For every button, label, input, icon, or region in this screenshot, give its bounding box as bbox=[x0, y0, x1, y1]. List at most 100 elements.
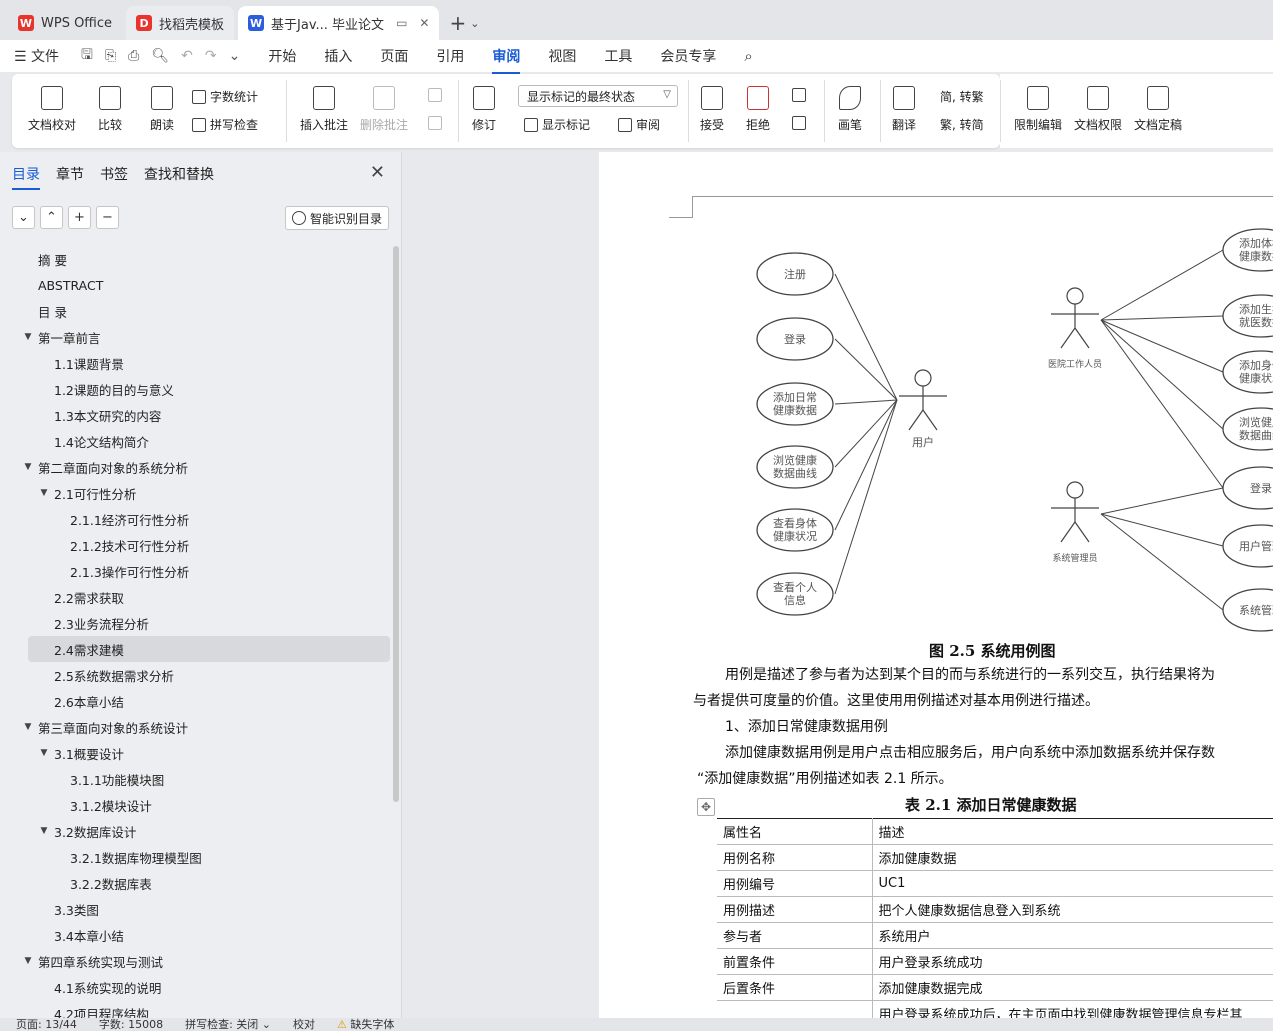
close-tab-icon[interactable]: ✕ bbox=[419, 16, 429, 30]
remove-heading-button[interactable]: − bbox=[96, 206, 119, 229]
toc-item[interactable]: ABSTRACT bbox=[0, 272, 392, 298]
table-cell[interactable]: 用例描述 bbox=[717, 896, 873, 923]
tab-sections[interactable]: 章节 bbox=[56, 164, 84, 184]
menu-page[interactable]: 页面 bbox=[380, 46, 408, 66]
redo-icon[interactable]: ↷ bbox=[205, 48, 217, 64]
finalize-button[interactable]: 文档定稿 bbox=[1134, 86, 1182, 133]
more-chevron-icon[interactable]: ⌄ bbox=[229, 48, 241, 64]
collapse-triangle-icon[interactable]: ▼ bbox=[22, 462, 34, 472]
share-icon[interactable]: ⎘ bbox=[105, 48, 116, 64]
toc-item[interactable]: 摘 要 bbox=[0, 246, 392, 272]
next-change-button[interactable] bbox=[792, 116, 810, 130]
insert-comment-button[interactable]: 插入批注 bbox=[300, 86, 348, 133]
toc-scrollbar[interactable] bbox=[393, 246, 399, 802]
search-icon[interactable]: ⌕ bbox=[744, 47, 752, 65]
table-cell[interactable]: 后置条件 bbox=[717, 974, 873, 1001]
tab-find-replace[interactable]: 查找和替换 bbox=[144, 164, 214, 184]
prev-comment-button[interactable] bbox=[428, 88, 446, 102]
table-cell[interactable]: 用户登录系统成功 bbox=[872, 948, 1273, 975]
toc-item[interactable]: 3.2.2数据库表 bbox=[0, 870, 392, 896]
prev-change-button[interactable] bbox=[792, 88, 810, 102]
table-cell[interactable]: 系统用户 bbox=[872, 922, 1273, 949]
toc-item[interactable]: ▼ 2.1可行性分析 bbox=[0, 480, 392, 506]
document-canvas[interactable]: 注册登录添加日常健康数据浏览健康数据曲线查看身体健康状况查看个人信息用户添加体检… bbox=[403, 152, 1273, 1018]
table-cell[interactable]: 用户登录系统成功后，在主页面中找到健康数据管理信息专栏其 bbox=[872, 1000, 1273, 1018]
toc-item[interactable]: 2.1.2技术可行性分析 bbox=[0, 532, 392, 558]
toc-item[interactable]: 3.4本章小结 bbox=[0, 922, 392, 948]
toc-item[interactable]: 3.1.2模块设计 bbox=[0, 792, 392, 818]
pen-button[interactable]: 画笔 bbox=[838, 86, 862, 133]
collapse-triangle-icon[interactable]: ▼ bbox=[22, 956, 34, 966]
toc-item[interactable]: 3.1.1功能模块图 bbox=[0, 766, 392, 792]
close-icon[interactable]: ✕ bbox=[370, 162, 385, 183]
tab-document[interactable]: W 基于Jav... 毕业论文 ▭ ✕ bbox=[238, 6, 440, 40]
toc-item[interactable]: 3.3类图 bbox=[0, 896, 392, 922]
collapse-up-button[interactable]: ⌃ bbox=[40, 206, 63, 229]
table-cell[interactable]: 添加健康数据 bbox=[872, 844, 1273, 871]
table-cell[interactable]: 描述 bbox=[872, 818, 1273, 845]
next-comment-button[interactable] bbox=[428, 116, 446, 130]
table-cell[interactable]: 用例编号 bbox=[717, 870, 873, 897]
table-cell[interactable]: 参与者 bbox=[717, 922, 873, 949]
tab-bookmarks[interactable]: 书签 bbox=[100, 164, 128, 184]
toc-item[interactable]: 4.1系统实现的说明 bbox=[0, 974, 392, 1000]
spell-status[interactable]: 拼写检查: 关闭 ⌄ bbox=[185, 1018, 271, 1031]
accept-button[interactable]: 接受 bbox=[700, 86, 724, 133]
toc-item[interactable]: 1.4论文结构简介 bbox=[0, 428, 392, 454]
toc-item[interactable]: 2.1.3操作可行性分析 bbox=[0, 558, 392, 584]
save-icon[interactable]: 🖫 bbox=[81, 44, 93, 68]
toc-item[interactable]: 2.1.1经济可行性分析 bbox=[0, 506, 392, 532]
delete-comment-button[interactable]: 删除批注 bbox=[360, 86, 408, 133]
toc-item[interactable]: 2.5系统数据需求分析 bbox=[0, 662, 392, 688]
toc-item[interactable]: ▼ 第四章系统实现与测试 bbox=[0, 948, 392, 974]
toc-item[interactable]: 1.3本文研究的内容 bbox=[0, 402, 392, 428]
table-cell[interactable]: 属性名 bbox=[717, 818, 873, 845]
toc-item[interactable]: 2.6本章小结 bbox=[0, 688, 392, 714]
collapse-triangle-icon[interactable]: ▼ bbox=[22, 722, 34, 732]
menu-member[interactable]: 会员专享 bbox=[660, 46, 716, 66]
menu-reference[interactable]: 引用 bbox=[436, 46, 464, 66]
toc-item[interactable]: ▼ 第一章前言 bbox=[0, 324, 392, 350]
print-icon[interactable]: ⎙ bbox=[128, 48, 139, 64]
toc-item[interactable]: 2.2需求获取 bbox=[0, 584, 392, 610]
toc-item[interactable]: 2.4需求建模 bbox=[28, 636, 390, 662]
restrict-edit-button[interactable]: 限制编辑 bbox=[1014, 86, 1062, 133]
table-cell[interactable]: 前置条件 bbox=[717, 948, 873, 975]
tab-docer-templates[interactable]: D 找稻壳模板 bbox=[126, 6, 235, 40]
proofread-status[interactable]: 校对 bbox=[293, 1018, 315, 1031]
translate-button[interactable]: 翻译 bbox=[892, 86, 916, 133]
track-changes-button[interactable]: 修订 bbox=[472, 86, 496, 133]
menu-view[interactable]: 视图 bbox=[548, 46, 576, 66]
read-aloud-button[interactable]: 朗读 bbox=[150, 86, 174, 133]
toc-item[interactable]: ▼ 3.1概要设计 bbox=[0, 740, 392, 766]
menu-insert[interactable]: 插入 bbox=[324, 46, 352, 66]
missing-font-status[interactable]: ⚠ 缺失字体 bbox=[337, 1018, 394, 1031]
undo-icon[interactable]: ↶ bbox=[181, 48, 193, 64]
compare-button[interactable]: 比较 bbox=[98, 86, 122, 133]
table-cell[interactable]: UC1 bbox=[872, 870, 1273, 897]
toc-item[interactable]: 2.3业务流程分析 bbox=[0, 610, 392, 636]
word-count[interactable]: 字数: 15008 bbox=[99, 1018, 163, 1031]
new-tab-button[interactable]: + ⌄ bbox=[443, 6, 485, 40]
table-cell[interactable]: 把个人健康数据信息登入到系统 bbox=[872, 896, 1273, 923]
toc-item[interactable]: ▼ 第二章面向对象的系统分析 bbox=[0, 454, 392, 480]
collapse-triangle-icon[interactable]: ▼ bbox=[38, 826, 50, 836]
toc-item[interactable]: ▼ 3.2数据库设计 bbox=[0, 818, 392, 844]
toc-item[interactable]: 1.1课题背景 bbox=[0, 350, 392, 376]
collapse-triangle-icon[interactable]: ▼ bbox=[38, 748, 50, 758]
doc-permission-button[interactable]: 文档权限 bbox=[1074, 86, 1122, 133]
doc-check-button[interactable]: 文档校对 bbox=[28, 86, 76, 133]
menu-tools[interactable]: 工具 bbox=[604, 46, 632, 66]
toc-item[interactable]: 目 录 bbox=[0, 298, 392, 324]
to-simplified-button[interactable]: 繁, 转简 bbox=[940, 116, 984, 133]
add-heading-button[interactable]: + bbox=[68, 206, 91, 229]
table-cell[interactable]: 用例名称 bbox=[717, 844, 873, 871]
menu-review[interactable]: 审阅 bbox=[492, 46, 521, 74]
review-pane-button[interactable]: 审阅 bbox=[618, 116, 660, 133]
table-move-icon[interactable]: ✥ bbox=[697, 798, 715, 816]
expand-down-button[interactable]: ⌄ bbox=[12, 206, 35, 229]
toc-item[interactable]: 3.2.1数据库物理模型图 bbox=[0, 844, 392, 870]
document-page[interactable]: 注册登录添加日常健康数据浏览健康数据曲线查看身体健康状况查看个人信息用户添加体检… bbox=[599, 152, 1273, 1018]
menu-start[interactable]: 开始 bbox=[268, 46, 296, 66]
spell-check-button[interactable]: 拼写检查 bbox=[192, 116, 258, 133]
